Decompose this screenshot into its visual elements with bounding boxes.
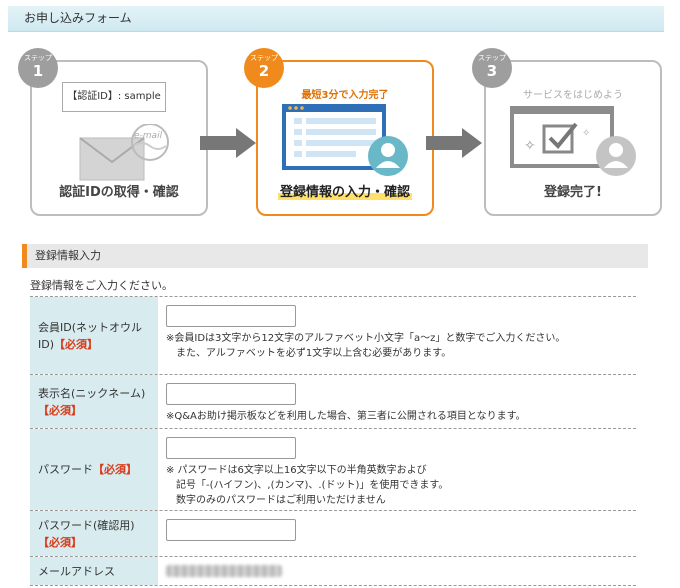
step-1-card: ステップ 1 【認証ID】: sample e-mail 認証IDの取得・確認 — [18, 48, 208, 216]
form-input-icon — [282, 104, 408, 176]
form-intro: 登録情報をご入力ください。 — [30, 279, 173, 292]
step-2-card: ステップ 2 最短3分で入力完了 登録情報の入力・確認 — [244, 48, 434, 216]
step-2-badge: ステップ 2 — [244, 48, 284, 88]
arrow-right-icon — [426, 128, 482, 158]
display-name-cell: ※Q&Aお助け掲示板などを利用した場合、第三者に公開される項目となります。 — [158, 375, 636, 428]
registration-form: 会員ID(ネットオウル ID)【必須】 ※会員IDは3文字から12文字のアルファ… — [30, 296, 636, 586]
member-id-label: 会員ID(ネットオウル ID)【必須】 — [30, 297, 158, 374]
step-3-title: 登録完了! — [544, 185, 602, 200]
email-label: メールアドレス — [30, 557, 158, 585]
required-badge: 【必須】 — [54, 337, 99, 351]
auth-id-card: 【認証ID】: sample — [62, 82, 166, 112]
step-1-number: 1 — [32, 62, 44, 80]
page-title: お申し込みフォーム — [8, 6, 664, 32]
email-label-text: メールアドレス — [38, 564, 115, 578]
email-value-redacted — [166, 565, 282, 577]
display-name-note: ※Q&Aお助け掲示板などを利用した場合、第三者に公開される項目となります。 — [166, 411, 526, 422]
form-row-password: パスワード【必須】 ※ パスワードは6文字以上16文字以下の半角英数字および 記… — [30, 428, 636, 510]
svg-text:✧: ✧ — [582, 128, 590, 139]
display-name-label-text: 表示名(ニックネーム) — [38, 386, 146, 400]
envelope-icon: e-mail — [79, 124, 169, 181]
member-id-cell: ※会員IDは3文字から12文字のアルファベット小文字「a～z」と数字でご入力くだ… — [158, 297, 636, 374]
required-badge: 【必須】 — [38, 403, 82, 417]
step-2-subtitle: 最短3分で入力完了 — [301, 90, 389, 101]
step-2-title: 登録情報の入力・確認 — [258, 181, 432, 200]
step-2-number: 2 — [258, 62, 270, 80]
svg-text:✧: ✧ — [524, 138, 536, 154]
password-confirm-label-text: パスワード(確認用) — [38, 518, 135, 532]
required-badge: 【必須】 — [93, 463, 137, 476]
password-confirm-label: パスワード(確認用) 【必須】 — [30, 511, 158, 556]
password-label-text: パスワード — [38, 463, 93, 476]
member-id-note: ※会員IDは3文字から12文字のアルファベット小文字「a～z」と数字でご入力くだ… — [166, 333, 566, 359]
form-row-display-name: 表示名(ニックネーム) 【必須】 ※Q&Aお助け掲示板などを利用した場合、第三者に… — [30, 374, 636, 428]
completed-check-icon: ✧ ✧ — [510, 106, 636, 176]
step-3-badge: ステップ 3 — [472, 48, 512, 88]
password-confirm-cell — [158, 511, 636, 556]
email-cell — [158, 557, 636, 585]
step-1-badge: ステップ 1 — [18, 48, 58, 88]
password-input[interactable] — [166, 437, 296, 459]
step-1-title: 認証IDの取得・確認 — [59, 185, 179, 200]
step-3-subtitle: サービスをはじめよう — [523, 90, 623, 101]
password-cell: ※ パスワードは6文字以上16文字以下の半角英数字および 記号「-(ハイフン)、… — [158, 429, 636, 510]
section-title: 登録情報入力 — [22, 244, 648, 268]
step-3-card: ステップ 3 サービスをはじめよう ✧ ✧ 登録完了! — [472, 48, 662, 216]
step-3-number: 3 — [486, 62, 498, 80]
password-note: ※ パスワードは6文字以上16文字以下の半角英数字および 記号「-(ハイフン)、… — [166, 465, 449, 506]
password-confirm-input[interactable] — [166, 519, 296, 541]
member-id-input[interactable] — [166, 305, 296, 327]
arrow-right-icon — [200, 128, 256, 158]
form-row-member-id: 会員ID(ネットオウル ID)【必須】 ※会員IDは3文字から12文字のアルファ… — [30, 296, 636, 374]
display-name-label: 表示名(ニックネーム) 【必須】 — [30, 375, 158, 428]
form-row-email: メールアドレス — [30, 556, 636, 586]
display-name-input[interactable] — [166, 383, 296, 405]
step-2-title-text: 登録情報の入力・確認 — [277, 185, 412, 200]
envelope-text: e-mail — [134, 131, 163, 141]
required-badge: 【必須】 — [38, 535, 82, 549]
form-row-password-confirm: パスワード(確認用) 【必須】 — [30, 510, 636, 556]
password-label: パスワード【必須】 — [30, 429, 158, 510]
